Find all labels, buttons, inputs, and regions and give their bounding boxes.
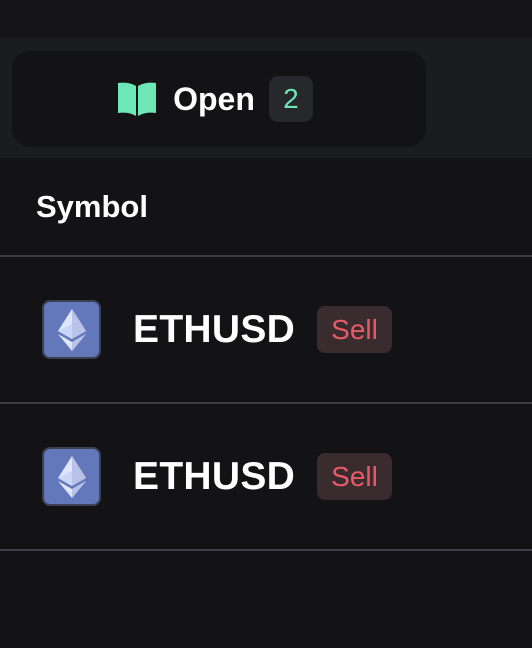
tab-open[interactable]: Open 2: [12, 51, 426, 147]
table-row[interactable]: ETHUSD Sell: [0, 404, 532, 549]
ethereum-icon: [42, 300, 101, 359]
side-badge-sell: Sell: [317, 453, 392, 500]
side-badge-sell: Sell: [317, 306, 392, 353]
column-header-symbol: Symbol: [36, 189, 148, 224]
book-open-icon: [118, 82, 157, 116]
ethereum-icon: [42, 447, 101, 506]
tab-open-label: Open: [173, 80, 255, 117]
table-row[interactable]: ETHUSD Sell: [0, 257, 532, 402]
symbol-name: ETHUSD: [133, 307, 296, 351]
open-count-badge: 2: [268, 76, 313, 122]
divider: [0, 549, 532, 551]
table-header: Symbol: [0, 158, 532, 256]
top-strip: [0, 0, 532, 38]
symbol-name: ETHUSD: [133, 454, 296, 498]
tab-open-content: Open 2: [117, 76, 313, 122]
